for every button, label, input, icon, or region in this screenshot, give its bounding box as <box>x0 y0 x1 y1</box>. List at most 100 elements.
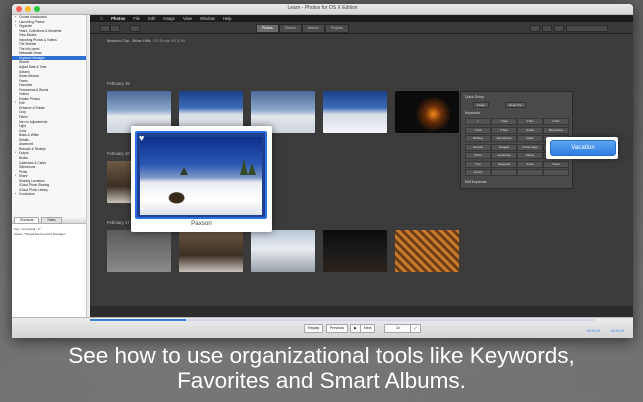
photo-thumbnail[interactable] <box>323 91 387 133</box>
menu-file[interactable]: File <box>133 16 140 21</box>
breadcrumb-rest: US Route 50 & 89 <box>152 38 186 43</box>
photo-thumbnail[interactable] <box>395 230 459 272</box>
replay-button[interactable]: Replay <box>304 324 324 333</box>
photo-caption: Paxson <box>191 220 212 227</box>
keyword-button[interactable]: Nature <box>517 152 543 159</box>
apple-icon[interactable]:  <box>100 16 103 21</box>
date-header: February 15 <box>107 81 130 86</box>
tab-albums[interactable]: Albums <box>301 24 325 33</box>
window-title: Learn - Photos for OS X Edition <box>287 5 358 11</box>
keyword-button[interactable]: 1 Star <box>491 118 517 125</box>
zoom-slider[interactable] <box>130 24 140 32</box>
keyword-button[interactable]: 4 Star <box>465 126 491 134</box>
photo-thumbnail[interactable] <box>323 230 387 272</box>
keyword-button[interactable]: Birthday <box>465 135 491 142</box>
photo-thumbnail[interactable] <box>107 230 171 272</box>
tab-notes[interactable]: Notes <box>41 217 62 224</box>
keyword-button[interactable]: Travel <box>543 160 569 168</box>
tab-shared[interactable]: Shared <box>278 24 302 33</box>
disclosure-open-icon[interactable]: ▾ <box>15 24 18 29</box>
keyword-button[interactable]: ✓ <box>465 118 491 125</box>
disclosure-open-icon[interactable]: ▾ <box>15 151 18 156</box>
keyword-button[interactable]: Photo <box>465 152 491 159</box>
tree-shape <box>240 159 248 175</box>
keyword-button[interactable] <box>517 169 543 176</box>
edit-keywords-label[interactable]: Edit Keywords <box>465 180 487 184</box>
vacation-keyword-button[interactable]: Vacation <box>550 140 616 156</box>
photo-frame: ♥ ♥ <box>135 131 267 219</box>
tab-photos[interactable]: Photos <box>256 24 279 33</box>
keyword-button[interactable]: Seasonal <box>491 160 517 168</box>
promo-line-2: Favorites and Smart Albums. <box>177 368 466 393</box>
menu-edit[interactable]: Edit <box>148 16 155 21</box>
date-header: February 17 <box>107 220 130 225</box>
quick-group-close[interactable]: Close <box>473 102 489 108</box>
keyword-button[interactable] <box>491 169 517 176</box>
video-controls: Replay Previous ▶ Next 1x ⤢ 00:00:15 -00… <box>12 317 633 338</box>
keyword-button[interactable]: Gatlin <box>517 135 543 142</box>
back-button[interactable] <box>100 24 110 32</box>
keyword-button[interactable] <box>543 169 569 176</box>
breadcrumb-place: Maxson City - Brian Hills <box>107 38 151 43</box>
tab-projects[interactable]: Projects <box>324 24 350 33</box>
date-header: February 16 <box>107 151 130 156</box>
table-of-contents: ▸ Course Introduction ▸ Launching Photos ▾ Or… <box>12 15 87 218</box>
view-segments: Photos Shared Albums Projects <box>256 24 350 33</box>
photo-thumbnail[interactable] <box>395 91 459 133</box>
keyword-button[interactable]: 5 Star <box>491 126 517 134</box>
dog-in-snow-photo <box>140 137 262 215</box>
previous-button[interactable]: Previous <box>326 324 348 333</box>
keyword-button[interactable]: Landscape <box>491 152 517 159</box>
disclosure-closed-icon[interactable]: ▸ <box>15 192 18 197</box>
keyword-button[interactable]: Flagged <box>491 143 517 151</box>
toc-item-label: Conclusion <box>19 192 35 197</box>
favorite-heart-icon-small: ♥ <box>140 206 145 213</box>
info-button[interactable] <box>530 24 540 32</box>
menu-photos[interactable]: Photos <box>111 16 125 21</box>
keyword-button[interactable]: Vehicle <box>465 169 491 176</box>
photos-menu-bar:  Photos File Edit Image View Window Help <box>90 15 633 22</box>
photo-thumbnail[interactable] <box>251 230 315 272</box>
menu-image[interactable]: Image <box>163 16 175 21</box>
search-field[interactable] <box>566 24 608 32</box>
forward-button[interactable] <box>110 24 120 32</box>
elapsed-time: 00:00:15 <box>587 329 601 333</box>
notes-tabs: Shortcuts Notes <box>12 217 86 224</box>
keyword-button[interactable]: Snow <box>517 160 543 168</box>
progress-bar[interactable] <box>90 319 595 321</box>
next-button[interactable]: Next <box>360 324 376 333</box>
photo-thumbnail[interactable] <box>179 230 243 272</box>
vacation-button-highlight: Vacation <box>546 137 618 159</box>
keyword-button[interactable]: Drafts <box>517 126 543 134</box>
shortcut-action-text: Action: "Show/Hide Keyword Manager" <box>14 232 66 236</box>
keyword-button[interactable]: Crows Sage <box>517 143 543 151</box>
share-button[interactable] <box>554 24 564 32</box>
favorite-button[interactable] <box>542 24 552 32</box>
menu-view[interactable]: View <box>183 16 192 21</box>
menu-help[interactable]: Help <box>223 16 232 21</box>
quick-group-road-trip[interactable]: Road Trip <box>505 102 527 108</box>
learn-app-window: Learn - Photos for OS X Edition ▸ Course … <box>12 4 633 337</box>
tree-shape <box>248 163 256 175</box>
keywords-label: Keywords <box>465 111 480 115</box>
disclosure-open-icon[interactable]: ▾ <box>15 174 18 179</box>
keyword-button[interactable]: Gail Shrews <box>491 135 517 142</box>
fullscreen-icon[interactable]: ⤢ <box>410 324 421 333</box>
keyword-button[interactable]: Favorite <box>465 143 491 151</box>
favorite-heart-icon[interactable]: ♥ <box>139 134 144 143</box>
disclosure-open-icon[interactable]: ▾ <box>15 101 18 106</box>
highlighted-photo-card[interactable]: ♥ ♥ Paxson <box>131 126 272 232</box>
keyword-button[interactable]: 3 Star <box>543 118 569 125</box>
tab-shortcuts[interactable]: Shortcuts <box>14 217 40 224</box>
menu-window[interactable]: Window <box>200 16 215 21</box>
speed-field[interactable]: 1x <box>384 324 412 333</box>
promo-line-1: See how to use organizational tools like… <box>68 343 575 368</box>
keyword-button[interactable]: Big Adeline <box>543 126 569 134</box>
shortcut-key-text: Key: "command - K" <box>14 227 41 231</box>
breadcrumb: Maxson City - Brian Hills US Route 50 & … <box>107 38 185 43</box>
keyword-button[interactable]: 2 Star <box>517 118 543 125</box>
quick-group-label: Quick Group <box>465 95 485 99</box>
tree-shape <box>180 167 188 175</box>
keyword-button[interactable]: Tree <box>465 160 491 168</box>
toc-item[interactable]: ▸ Conclusion <box>12 192 86 197</box>
